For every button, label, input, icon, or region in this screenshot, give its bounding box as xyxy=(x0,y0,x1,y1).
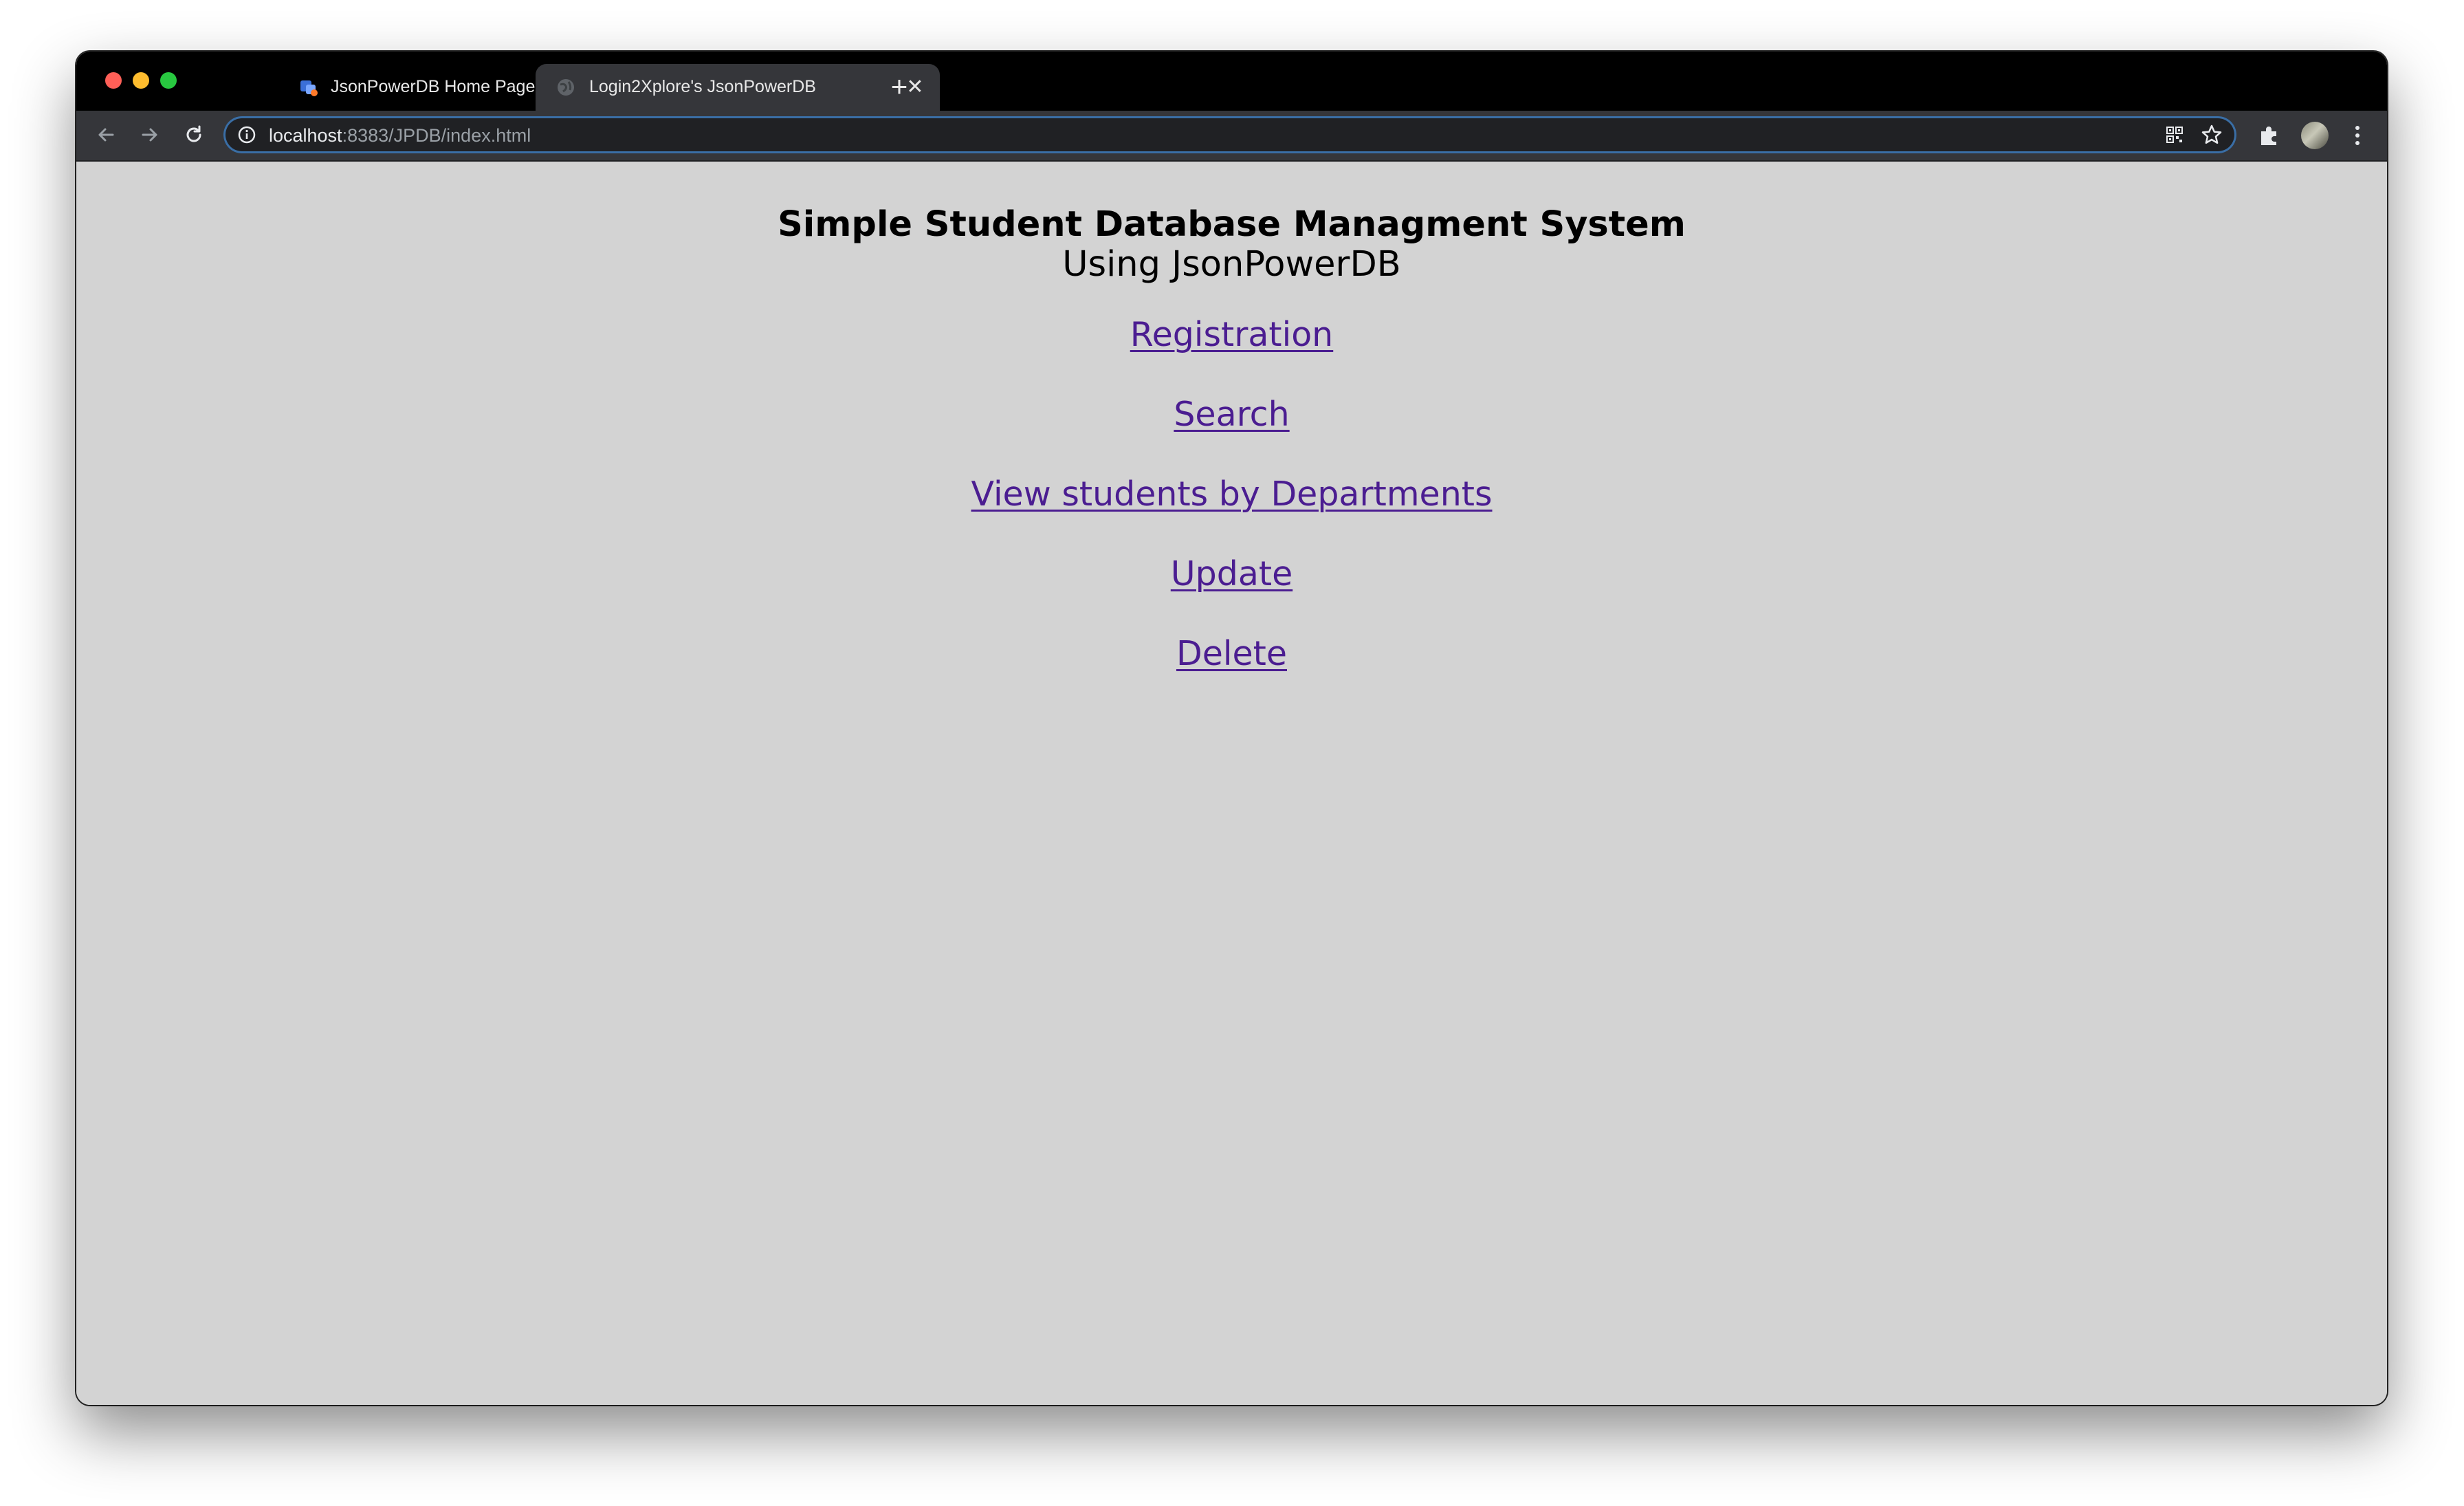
info-icon[interactable] xyxy=(237,125,256,144)
extensions-puzzle-icon[interactable] xyxy=(2257,123,2282,148)
address-bar[interactable]: localhost:8383/JPDB/index.html xyxy=(223,116,2236,153)
arrow-right-icon xyxy=(142,128,157,142)
reload-icon xyxy=(186,125,201,142)
profile-avatar[interactable] xyxy=(2301,122,2329,149)
close-window-button[interactable] xyxy=(105,72,122,89)
registration-link[interactable]: Registration xyxy=(1130,314,1333,394)
url-host: localhost xyxy=(269,125,342,146)
tab-label: Login2Xplore's JsonPowerDB xyxy=(589,77,816,96)
jpdb-favicon-icon xyxy=(300,80,318,96)
search-link[interactable]: Search xyxy=(1174,394,1289,474)
browser-toolbar: localhost:8383/JPDB/index.html xyxy=(76,111,2387,162)
view-by-departments-link[interactable]: View students by Departments xyxy=(971,474,1493,554)
back-button[interactable] xyxy=(90,119,122,151)
tab-strip: JsonPowerDB Home Page ✕ Login2Xplore's J… xyxy=(76,52,2387,111)
update-link[interactable]: Update xyxy=(1171,554,1292,633)
page-subtitle: Using JsonPowerDB xyxy=(1062,244,1401,285)
page-title: Simple Student Database Managment System xyxy=(778,204,1686,245)
tab-label: JsonPowerDB Home Page xyxy=(331,77,536,96)
forward-button[interactable] xyxy=(134,119,166,151)
page-content: Simple Student Database Managment System… xyxy=(76,162,2387,1405)
minimize-window-button[interactable] xyxy=(133,72,149,89)
new-tab-button[interactable]: + xyxy=(883,71,915,102)
browser-window: JsonPowerDB Home Page ✕ Login2Xplore's J… xyxy=(76,52,2387,1405)
qr-code-icon[interactable] xyxy=(2165,125,2184,144)
reload-button[interactable] xyxy=(178,119,210,151)
arrow-left-icon xyxy=(98,128,114,142)
more-menu-icon[interactable] xyxy=(2345,123,2370,148)
globe-favicon-icon xyxy=(558,79,574,96)
url-path: :8383/JPDB/index.html xyxy=(342,125,531,146)
delete-link[interactable]: Delete xyxy=(1176,633,1287,713)
bookmark-star-icon[interactable] xyxy=(2201,124,2223,146)
url-text[interactable]: localhost:8383/JPDB/index.html xyxy=(269,125,531,146)
maximize-window-button[interactable] xyxy=(160,72,177,89)
tab-login2xplore[interactable]: Login2Xplore's JsonPowerDB ✕ xyxy=(536,64,940,111)
nav-links: Registration Search View students by Dep… xyxy=(76,314,2387,713)
